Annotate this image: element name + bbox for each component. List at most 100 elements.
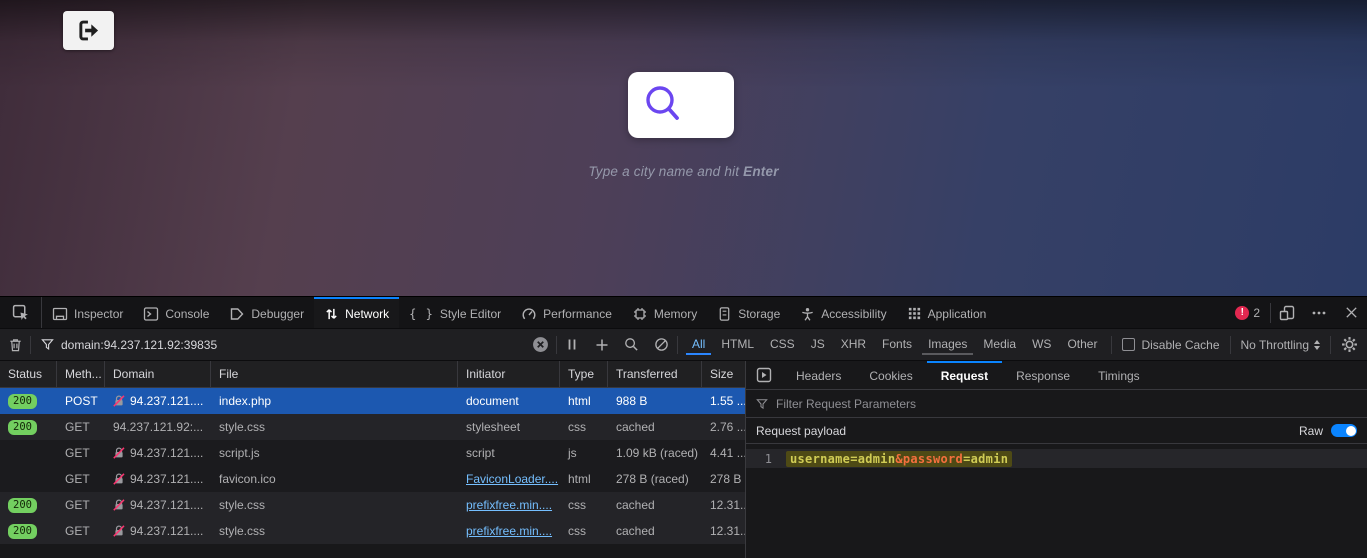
pause-traffic-button[interactable]	[557, 329, 587, 360]
params-filter-input[interactable]: Filter Request Parameters	[746, 390, 1367, 418]
table-row[interactable]: GET 94.237.121.... favicon.ico FaviconLoade…	[0, 466, 745, 492]
tab-application[interactable]: Application	[897, 297, 997, 328]
cell-size: 278 B	[710, 472, 742, 486]
cell-size: 12.31...	[710, 498, 745, 512]
accessibility-icon	[800, 306, 815, 322]
tab-label: Accessibility	[821, 306, 887, 321]
type-filter-other[interactable]: Other	[1061, 335, 1103, 355]
column-header-file[interactable]: File	[211, 361, 458, 387]
error-count-badge[interactable]: ! 2	[1225, 305, 1270, 320]
details-tab-request[interactable]: Request	[926, 361, 1003, 389]
logout-button[interactable]	[63, 11, 114, 50]
table-row[interactable]: 200 GET 94.237.121.... style.css prefixfree.…	[0, 492, 745, 518]
type-filter-media[interactable]: Media	[977, 335, 1022, 355]
cell-initiator: FaviconLoader....	[458, 466, 560, 492]
initiator-link[interactable]: prefixfree.min....	[466, 524, 552, 538]
network-toolbar: domain:94.237.121.92:39835 All HTML CSS …	[0, 329, 1367, 361]
column-header-status[interactable]: Status	[0, 361, 57, 387]
raw-label: Raw	[1298, 423, 1323, 438]
responsive-design-mode-button[interactable]	[1271, 297, 1303, 328]
initiator-text: script	[466, 446, 495, 460]
clear-requests-button[interactable]	[0, 329, 30, 360]
details-tab-headers[interactable]: Headers	[782, 361, 855, 389]
initiator-link[interactable]: prefixfree.min....	[466, 498, 552, 512]
url-filter-input[interactable]: domain:94.237.121.92:39835	[31, 329, 526, 360]
line-number: 1	[764, 451, 772, 466]
type-filter-xhr[interactable]: XHR	[835, 335, 872, 355]
cell-initiator: stylesheet	[458, 414, 560, 440]
cell-file: index.php	[219, 394, 272, 408]
tab-style-editor[interactable]: { } Style Editor	[399, 297, 511, 328]
code-segment: =admin	[963, 451, 1009, 466]
table-row[interactable]: 200 GET 94.237.121.92:... style.css styleshe…	[0, 414, 745, 440]
cell-domain: 94.237.121.92:...	[105, 414, 211, 440]
table-row[interactable]: GET 94.237.121.... script.js script js 1.09 k…	[0, 440, 745, 466]
cell-status: 200	[0, 492, 57, 518]
type-filter-ws[interactable]: WS	[1026, 335, 1057, 355]
status-badge: 200	[8, 497, 37, 513]
details-tab-response[interactable]: Response	[1002, 361, 1084, 389]
table-row[interactable]: 200 GET 94.237.121.... style.css prefixfree.…	[0, 518, 745, 544]
tab-debugger[interactable]: Debugger	[219, 297, 314, 328]
disable-cache-toggle[interactable]: Disable Cache	[1112, 338, 1229, 352]
city-search-input[interactable]	[628, 72, 734, 138]
throttling-select[interactable]: No Throttling	[1231, 338, 1330, 352]
cell-transferred: cached	[616, 524, 655, 538]
pick-element-button[interactable]	[0, 297, 42, 328]
type-filter-css[interactable]: CSS	[764, 335, 801, 355]
search-requests-button[interactable]	[617, 329, 647, 360]
devtools-close-button[interactable]	[1335, 297, 1367, 328]
devtools-menu-button[interactable]	[1303, 297, 1335, 328]
new-request-button[interactable]	[587, 329, 617, 360]
column-header-transferred[interactable]: Transferred	[608, 361, 702, 387]
close-icon	[1345, 307, 1357, 318]
cell-method: GET	[65, 420, 90, 434]
tab-inspector[interactable]: Inspector	[42, 297, 133, 328]
column-header-size[interactable]: Size	[702, 361, 745, 387]
cell-status: 200	[0, 518, 57, 544]
initiator-link[interactable]: FaviconLoader....	[466, 472, 558, 486]
status-badge: 200	[8, 523, 37, 539]
devtools-panel: Inspector Console Debugger Network { } Style …	[0, 296, 1367, 558]
cell-file: style.css	[219, 498, 266, 512]
filter-funnel-icon	[41, 339, 54, 351]
cell-method: POST	[65, 394, 98, 408]
block-requests-button[interactable]	[647, 329, 677, 360]
details-tab-cookies[interactable]: Cookies	[855, 361, 926, 389]
tab-network[interactable]: Network	[314, 297, 400, 328]
tab-performance[interactable]: Performance	[511, 297, 622, 328]
tab-memory[interactable]: Memory	[622, 297, 707, 328]
tab-storage[interactable]: Storage	[707, 297, 790, 328]
cell-transferred: 278 B (raced)	[616, 472, 689, 486]
network-settings-button[interactable]	[1331, 329, 1367, 360]
column-header-initiator[interactable]: Initiator	[458, 361, 560, 387]
column-header-domain[interactable]: Domain	[105, 361, 211, 387]
style-editor-icon: { }	[409, 306, 434, 321]
url-filter-value: domain:94.237.121.92:39835	[61, 337, 218, 352]
cell-initiator: prefixfree.min....	[458, 492, 560, 518]
disable-cache-checkbox[interactable]	[1122, 338, 1136, 351]
domain-text: 94.237.121....	[130, 498, 204, 512]
column-header-meth[interactable]: Meth...	[57, 361, 105, 387]
type-filter-all[interactable]: All	[685, 335, 712, 355]
details-tab-timings[interactable]: Timings	[1084, 361, 1154, 389]
insecure-lock-icon	[113, 395, 125, 407]
panel-toggle-button[interactable]	[746, 361, 782, 389]
insecure-lock-icon	[113, 447, 125, 459]
column-header-type[interactable]: Type	[560, 361, 608, 387]
tab-label: Memory	[653, 306, 698, 321]
payload-code-area[interactable]: 1 username=admin&password=admin	[746, 444, 1367, 558]
code-segment: username=admin	[790, 451, 896, 466]
details-tabbar: Headers Cookies Request Response Timings	[746, 361, 1367, 390]
table-row[interactable]: 200 POST 94.237.121.... index.php document ht…	[0, 388, 745, 414]
tab-console[interactable]: Console	[133, 297, 219, 328]
domain-text: 94.237.121....	[130, 524, 204, 538]
tab-accessibility[interactable]: Accessibility	[790, 297, 896, 328]
type-filter-fonts[interactable]: Fonts	[876, 335, 918, 355]
type-filter-html[interactable]: HTML	[715, 335, 760, 355]
clear-filter-button[interactable]	[526, 329, 556, 360]
type-filter-js[interactable]: JS	[805, 335, 831, 355]
type-filter-images[interactable]: Images	[922, 335, 974, 355]
cell-method: GET	[65, 472, 90, 486]
raw-toggle[interactable]	[1331, 424, 1357, 437]
